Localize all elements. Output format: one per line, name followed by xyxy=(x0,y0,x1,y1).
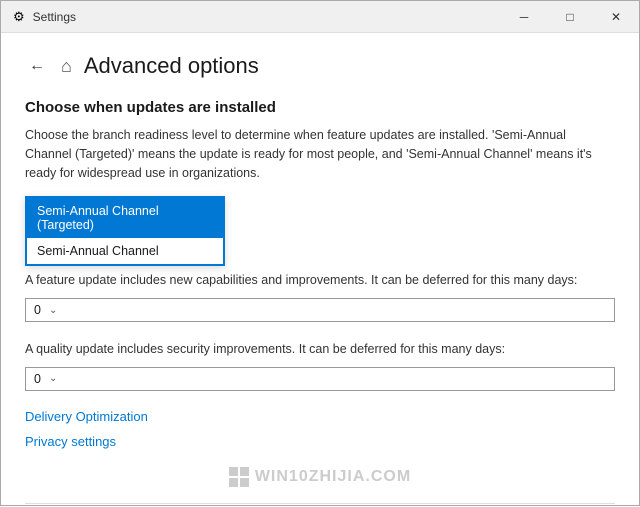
main-panel: ← ⌂ Advanced options Choose when updates… xyxy=(1,33,639,507)
title-bar: ⚙ Settings ─ □ ✕ xyxy=(1,1,639,33)
feature-update-dropdown[interactable]: 0 ⌄ xyxy=(25,298,615,322)
chevron-down-icon: ⌄ xyxy=(49,305,57,316)
title-bar-left: ⚙ Settings xyxy=(13,9,76,25)
divider xyxy=(25,503,615,504)
description-text: Choose the branch readiness level to det… xyxy=(25,126,615,182)
channel-dropdown-open[interactable]: Semi-Annual Channel (Targeted) Semi-Annu… xyxy=(25,196,225,266)
quality-update-dropdown[interactable]: 0 ⌄ xyxy=(25,367,615,391)
home-icon: ⌂ xyxy=(61,56,72,77)
dropdown-option-targeted[interactable]: Semi-Annual Channel (Targeted) xyxy=(27,198,223,238)
content-area: ← ⌂ Advanced options Choose when updates… xyxy=(1,33,639,507)
chevron-down-icon-2: ⌄ xyxy=(49,373,57,384)
back-arrow-icon: ← xyxy=(29,57,45,75)
section-title: Choose when updates are installed xyxy=(25,99,615,116)
close-button[interactable]: ✕ xyxy=(593,1,639,33)
windows-logo-icon xyxy=(229,467,249,487)
feature-update-value: 0 xyxy=(34,303,41,317)
page-title: Advanced options xyxy=(84,53,259,79)
quality-update-value: 0 xyxy=(34,372,41,386)
watermark: WIN10ZHIJIA.COM xyxy=(25,459,615,495)
privacy-settings-link[interactable]: Privacy settings xyxy=(25,434,615,449)
header-row: ← ⌂ Advanced options xyxy=(25,53,615,79)
maximize-button[interactable]: □ xyxy=(547,1,593,33)
delivery-optimization-link[interactable]: Delivery Optimization xyxy=(25,409,615,424)
quality-update-label: A quality update includes security impro… xyxy=(25,340,615,359)
title-bar-title: Settings xyxy=(33,10,76,24)
watermark-text: WIN10ZHIJIA.COM xyxy=(255,468,411,486)
back-button[interactable]: ← xyxy=(25,53,49,79)
minimize-button[interactable]: ─ xyxy=(501,1,547,33)
settings-icon: ⚙ xyxy=(13,9,25,25)
dropdown-option-sac[interactable]: Semi-Annual Channel xyxy=(27,238,223,264)
feature-update-label: A feature update includes new capabiliti… xyxy=(25,271,615,290)
title-bar-controls: ─ □ ✕ xyxy=(501,1,639,33)
